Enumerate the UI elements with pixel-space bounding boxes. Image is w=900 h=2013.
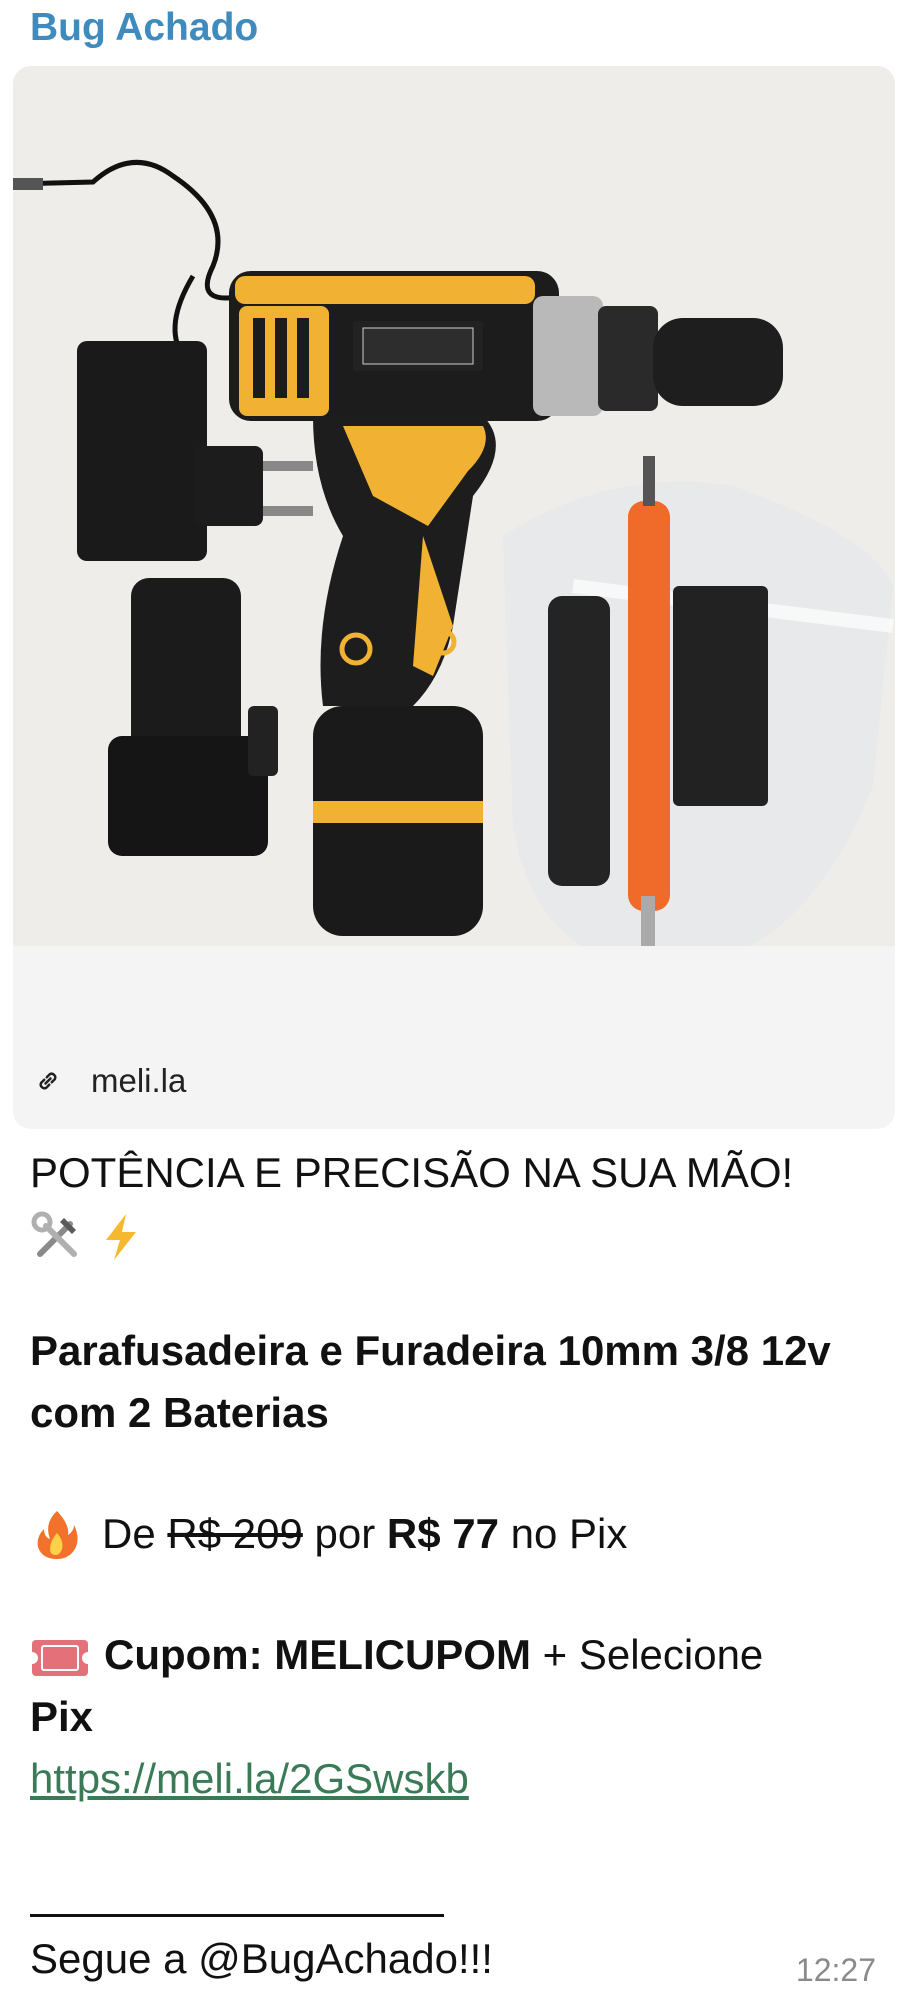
message-bubble: Bug Achado meli.la POTÊNCIA E PRECISÃO N… xyxy=(0,0,900,2013)
coupon-text: Cupom: MELICUPOM + Selecione Pix xyxy=(30,1624,870,1748)
old-price: R$ 209 xyxy=(167,1510,303,1557)
price-by-label: por xyxy=(314,1510,376,1557)
headline-emojis xyxy=(30,1206,870,1268)
product-title: Parafusadeira e Furadeira 10mm 3/8 12v c… xyxy=(30,1327,831,1436)
fire-emoji xyxy=(37,1511,78,1559)
headline-text: POTÊNCIA E PRECISÃO NA SUA MÃO! xyxy=(30,1149,794,1196)
hammer-and-wrench-emoji xyxy=(31,1211,77,1257)
drill-kit-illustration xyxy=(13,66,895,946)
link-preview-card[interactable]: meli.la xyxy=(13,66,895,1129)
coupon-instruction: + Selecione xyxy=(542,1631,764,1678)
sender-name[interactable]: Bug Achado xyxy=(30,6,258,50)
high-voltage-emoji xyxy=(106,1214,136,1260)
link-domain-row[interactable]: meli.la xyxy=(33,1056,186,1106)
coupon-code: Cupom: MELICUPOM xyxy=(104,1631,531,1678)
price-line: De R$ 209 por R$ 77 no Pix xyxy=(30,1503,870,1565)
product-photo[interactable] xyxy=(13,66,895,946)
link-domain[interactable]: meli.la xyxy=(91,1062,186,1100)
price-from-label: De xyxy=(102,1510,156,1557)
divider-line xyxy=(30,1914,444,1917)
coupon-pix: Pix xyxy=(30,1693,94,1740)
link-icon xyxy=(39,1072,57,1090)
message-time: 12:27 xyxy=(795,1952,876,1988)
follow-text: Segue a @BugAchado!!! xyxy=(30,1935,493,1982)
product-link[interactable]: https://meli.la/2GSwskb xyxy=(30,1748,870,1810)
admission-ticket-emoji xyxy=(30,1639,90,1676)
payment-method: no Pix xyxy=(510,1510,628,1557)
new-price: R$ 77 xyxy=(386,1510,499,1557)
